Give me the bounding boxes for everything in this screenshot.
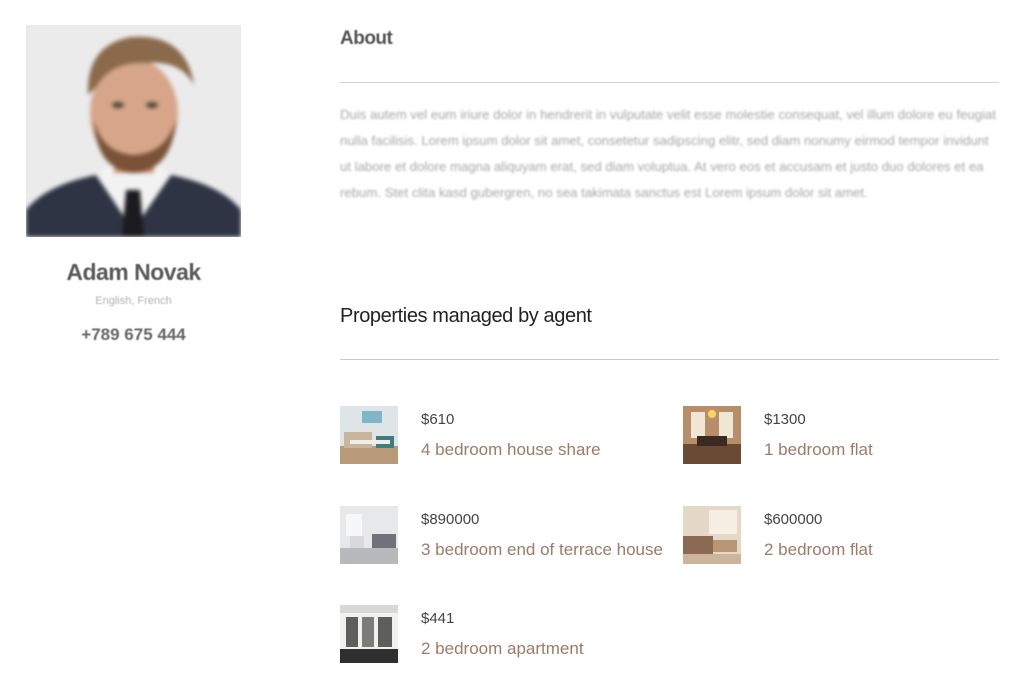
property-title-link[interactable]: 1 bedroom flat [764,440,873,460]
agent-card: Adam Novak English, French +789 675 444 [26,25,241,345]
agent-photo [26,25,241,237]
property-price: $600000 [764,511,823,528]
about-divider [340,82,999,83]
property-title-link[interactable]: 2 bedroom apartment [421,639,584,659]
property-title-link[interactable]: 3 bedroom end of terrace house [421,540,663,560]
property-price: $610 [421,411,455,428]
property-thumbnail[interactable] [340,406,398,464]
property-thumbnail[interactable] [683,406,741,464]
properties-heading: Properties managed by agent [340,305,592,327]
agent-phone[interactable]: +789 675 444 [26,325,241,345]
agent-languages: English, French [95,295,172,307]
property-price: $441 [421,610,455,627]
about-heading: About [340,28,393,49]
property-title-link[interactable]: 2 bedroom flat [764,540,873,560]
property-thumbnail[interactable] [340,506,398,564]
property-item[interactable]: $1300 1 bedroom flat [683,406,993,466]
property-thumbnail[interactable] [340,605,398,663]
property-item[interactable]: $890000 3 bedroom end of terrace house [340,506,663,566]
property-item[interactable]: $441 2 bedroom apartment [340,605,650,665]
property-item[interactable]: $610 4 bedroom house share [340,406,650,466]
property-price: $890000 [421,511,480,528]
property-price: $1300 [764,411,806,428]
properties-divider [340,359,999,360]
about-text: Duis autem vel eum iriure dolor in hendr… [340,107,997,200]
property-thumbnail[interactable] [683,506,741,564]
agent-name: Adam Novak [66,259,201,285]
property-title-link[interactable]: 4 bedroom house share [421,440,601,460]
property-item[interactable]: $600000 2 bedroom flat [683,506,993,566]
